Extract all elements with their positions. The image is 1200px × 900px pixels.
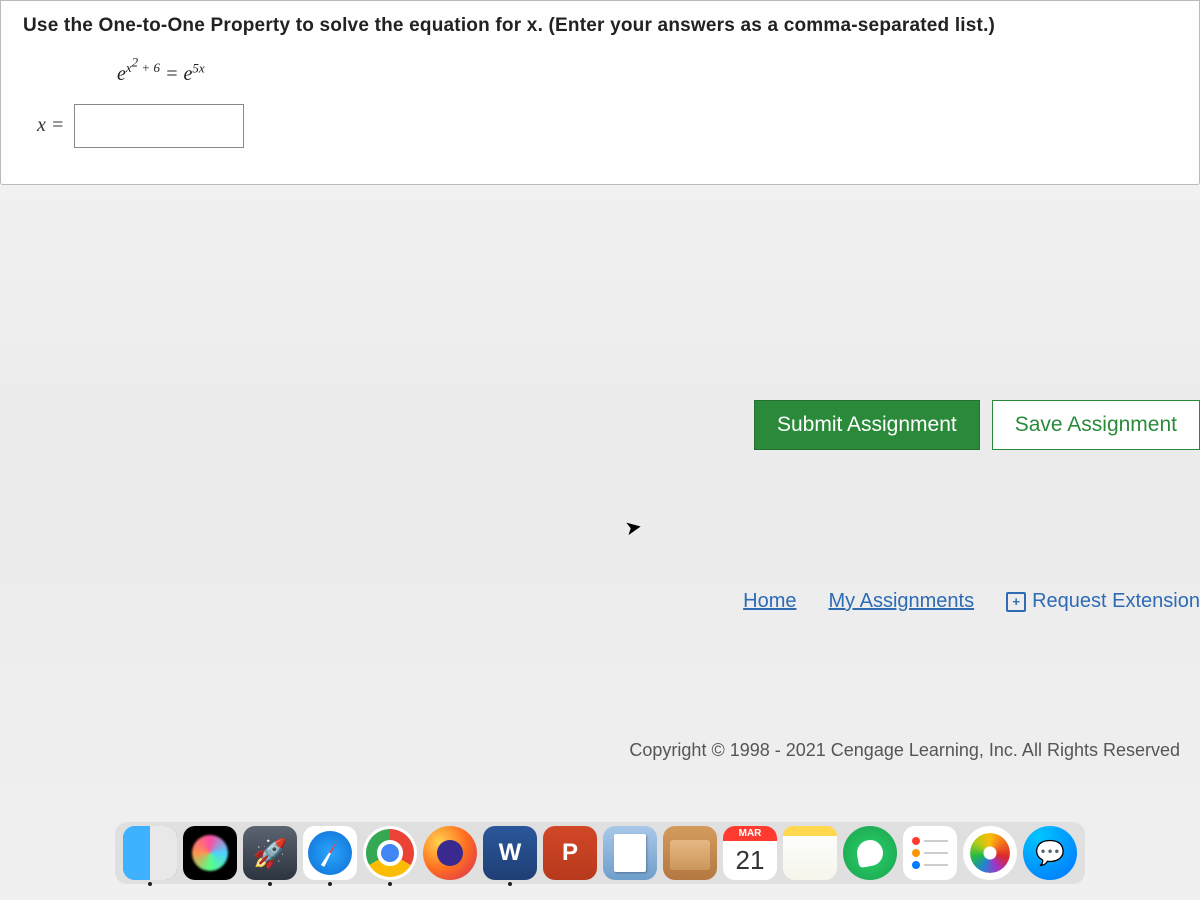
eq-exp-2: 5x [192,60,204,75]
answer-row: x = [23,104,1179,148]
calendar-month: MAR [723,826,777,841]
dock-chrome-icon[interactable] [363,826,417,880]
dock-word-icon[interactable]: W [483,826,537,880]
plus-calendar-icon: + [1006,592,1026,612]
question-equation: ex2 + 6 = e5x [23,43,1179,104]
home-link[interactable]: Home [743,590,796,613]
answer-input[interactable] [74,104,244,148]
calendar-day: 21 [736,841,765,876]
copyright-text: Copyright © 1998 - 2021 Cengage Learning… [629,740,1180,761]
question-container: Use the One-to-One Property to solve the… [0,0,1200,185]
submit-assignment-button[interactable]: Submit Assignment [754,400,980,450]
dock-launchpad-icon[interactable] [243,826,297,880]
dock-notes-icon[interactable] [783,826,837,880]
eq-base-2: e [183,63,192,85]
save-assignment-button[interactable]: Save Assignment [992,400,1200,450]
dock-photos-icon[interactable] [963,826,1017,880]
dock-folder-icon[interactable] [663,826,717,880]
dock-reminders-icon[interactable] [903,826,957,880]
answer-label: x = [37,114,64,137]
macos-dock: W P MAR 21 [115,822,1085,884]
dock-whatsapp-icon[interactable] [843,826,897,880]
my-assignments-link[interactable]: My Assignments [829,590,975,613]
dock-preview-icon[interactable] [603,826,657,880]
footer-nav: Home My Assignments + Request Extension [743,590,1200,613]
dock-messenger-icon[interactable] [1023,826,1077,880]
eq-exp-1: x2 + 6 [126,60,160,75]
cursor-icon: ➤ [623,514,644,542]
request-extension-link[interactable]: + Request Extension [1006,590,1200,613]
eq-base-1: e [117,63,126,85]
eq-equals: = [160,63,184,85]
dock-siri-icon[interactable] [183,826,237,880]
dock-calendar-icon[interactable]: MAR 21 [723,826,777,880]
request-extension-label: Request Extension [1032,590,1200,613]
question-prompt: Use the One-to-One Property to solve the… [23,15,1179,37]
dock-safari-icon[interactable] [303,826,357,880]
dock-powerpoint-icon[interactable]: P [543,826,597,880]
dock-firefox-icon[interactable] [423,826,477,880]
action-buttons: Submit Assignment Save Assignment [754,400,1200,450]
dock-finder-icon[interactable] [123,826,177,880]
page-wrapper: Use the One-to-One Property to solve the… [0,0,1200,900]
